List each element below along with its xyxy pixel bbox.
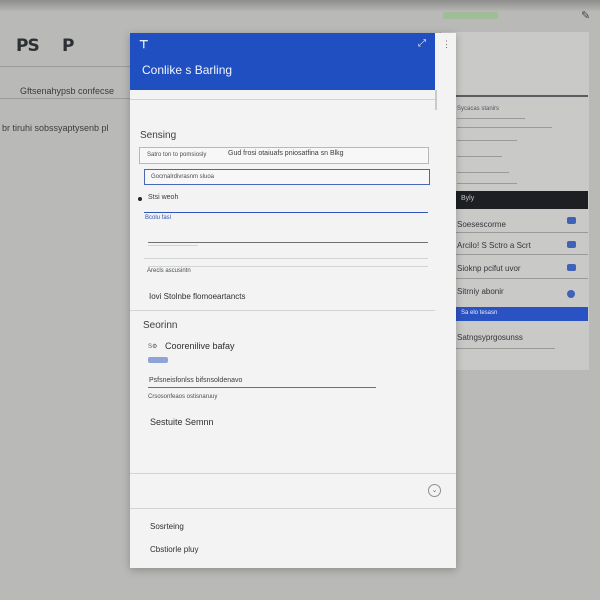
chip-prefix-icon: S⚙ — [148, 344, 158, 350]
settings-dialog: ⊤ Conlike s Barling ⤢ ⋮ Sensing Satro to… — [130, 33, 456, 568]
setting-row-label: Satro ton to pomsiosly — [147, 152, 207, 158]
divider — [455, 278, 588, 279]
setting-line-item[interactable]: Iovi Stolnbe flomoeartancts — [149, 292, 246, 301]
footer-item[interactable]: Cbstiorle pluy — [150, 545, 198, 554]
radio-button[interactable] — [138, 197, 142, 201]
side-small-item[interactable]: Sycacas stanirs — [457, 106, 499, 112]
side-blue-bar-label: Sa elo tesasn — [461, 310, 498, 316]
divider — [130, 310, 435, 311]
info-icon[interactable] — [567, 290, 575, 298]
divider — [130, 508, 456, 509]
footer-item[interactable]: Sosrteing — [150, 522, 184, 531]
side-status-bar — [443, 12, 498, 19]
divider — [0, 66, 130, 67]
side-dark-band-label: Byly — [461, 195, 475, 202]
toggle-icon[interactable] — [567, 217, 576, 224]
background-bar-text: Gftsenahypsb confecse — [20, 86, 115, 96]
section-title: Seorinn — [143, 320, 178, 331]
scrollbar[interactable] — [435, 90, 437, 110]
side-blue-bar[interactable]: Sa elo tesasn — [455, 307, 588, 321]
background-subtitle: br tiruhi sobssyaptysenb pl — [2, 123, 109, 133]
section-title: Sestuite Semnn — [150, 417, 214, 427]
pin-icon[interactable]: ⤢ — [418, 38, 426, 49]
radio-label: Stsi weoh — [148, 194, 179, 201]
divider — [0, 98, 130, 99]
playstation-logo-icon: PS — [16, 36, 40, 56]
description-text: Crsosonfeaos ostisnaruuy — [148, 394, 218, 400]
blue-link[interactable]: Bcolu fasl — [145, 215, 171, 221]
divider — [148, 242, 428, 243]
side-row[interactable]: Soesescorme — [457, 220, 506, 229]
divider — [455, 254, 588, 255]
section-title: Sensing — [140, 130, 177, 141]
side-row[interactable]: Sioknp pcifut uvor — [457, 264, 521, 273]
side-row[interactable]: Sitrniy abonir — [457, 287, 504, 296]
playstation-mark-icon: P — [62, 36, 75, 56]
blue-divider — [144, 212, 428, 213]
side-footer-row[interactable]: Satngsyprgosunss — [457, 333, 523, 342]
side-dark-band[interactable]: Byly — [455, 191, 588, 209]
divider — [457, 156, 502, 157]
divider — [130, 99, 435, 100]
description-text: Psfsneisfonlss bifsnsoldenavo — [149, 377, 243, 384]
divider — [457, 118, 525, 119]
divider — [457, 127, 552, 128]
divider — [130, 473, 456, 474]
dialog-title: Conlike s Barling — [142, 63, 233, 77]
divider — [455, 95, 588, 97]
text-input-value: Gocmalrdivrasnm sluoa — [151, 174, 215, 180]
divider — [455, 348, 555, 349]
toggle-icon[interactable] — [567, 241, 576, 248]
divider — [455, 232, 588, 233]
back-icon[interactable]: ⊤ — [139, 38, 149, 51]
divider — [148, 266, 428, 267]
divider — [148, 245, 198, 246]
hint-text: Arecls ascusintn — [147, 268, 191, 274]
toggle-icon[interactable] — [567, 264, 576, 271]
divider — [457, 172, 509, 173]
setting-row-value: Gud frosi otaiuafs pniosatfina sn Blkg — [228, 150, 344, 157]
top-bar — [0, 0, 600, 12]
pen-icon[interactable]: ✎ — [581, 9, 590, 22]
side-row[interactable]: Arcilo! S Sctro a Scrt — [457, 241, 531, 250]
divider — [457, 183, 517, 184]
dialog-header: ⊤ Conlike s Barling ⤢ — [130, 33, 435, 90]
chip-label[interactable]: Coorenilive bafay — [165, 341, 235, 351]
divider — [148, 387, 376, 388]
divider — [457, 140, 517, 141]
divider — [144, 258, 428, 259]
toggle-chip[interactable] — [148, 357, 168, 363]
more-icon[interactable]: ⋮ — [442, 39, 451, 50]
chevron-down-icon[interactable]: ⌄ — [428, 484, 441, 497]
